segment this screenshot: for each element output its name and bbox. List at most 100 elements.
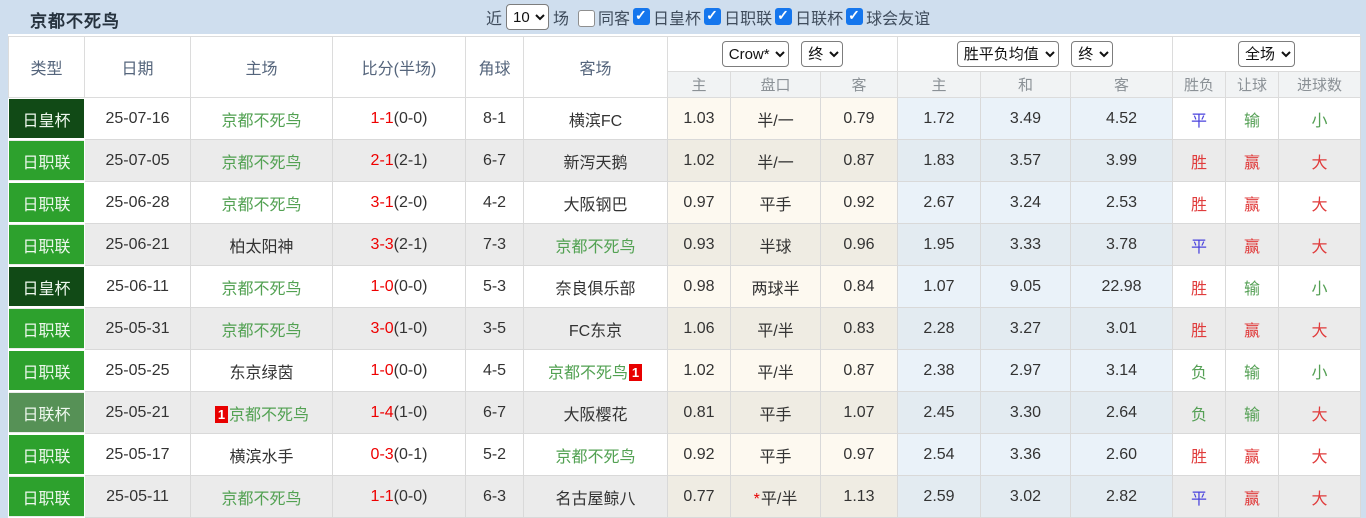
avg-away: 22.98 bbox=[1069, 265, 1174, 308]
avg-home: 1.95 bbox=[897, 223, 981, 266]
away-team: 京都不死鸟 bbox=[523, 433, 668, 476]
competition-filters: 日皇杯 日职联 日联杯 球会友谊 bbox=[630, 5, 930, 29]
handicap-result-cell: 输 bbox=[1225, 349, 1280, 392]
filter-checkbox-3[interactable] bbox=[846, 7, 864, 25]
away-team: 大阪钢巴 bbox=[523, 181, 668, 224]
score-cell: 1-1(0-0) bbox=[332, 475, 466, 518]
odds-handicap-value: 平手 bbox=[759, 406, 792, 424]
home-team: 东京绿茵 bbox=[190, 349, 333, 392]
halftime-score: (1-0) bbox=[393, 319, 428, 337]
games-label: 场 bbox=[553, 11, 570, 28]
odds-home: 0.93 bbox=[667, 223, 731, 266]
corner-score: 5-2 bbox=[465, 433, 524, 476]
match-type-badge: 日职联 bbox=[9, 435, 84, 474]
result-cell: 胜 bbox=[1172, 139, 1227, 182]
odds-home: 0.98 bbox=[667, 265, 731, 308]
filter-label-0: 日皇杯 bbox=[653, 11, 702, 28]
average-select[interactable]: 胜平负均值 bbox=[956, 41, 1059, 67]
handicap-result-value: 输 bbox=[1244, 406, 1261, 424]
scope-select[interactable]: 全场 bbox=[1238, 41, 1296, 67]
home-team: 京都不死鸟 bbox=[190, 139, 333, 182]
odds-home: 1.02 bbox=[667, 349, 731, 392]
away-team-name: 名古屋鲸八 bbox=[555, 490, 636, 508]
avg-home: 2.38 bbox=[897, 349, 981, 392]
halftime-score: (0-0) bbox=[393, 487, 428, 505]
handicap-result-cell: 赢 bbox=[1225, 181, 1280, 224]
header-away: 客场 bbox=[523, 36, 668, 98]
result-value: 负 bbox=[1191, 406, 1208, 424]
match-type-cell: 日联杯 bbox=[8, 391, 85, 434]
odds-home-value: 1.03 bbox=[683, 109, 715, 127]
odds-away: 0.84 bbox=[820, 265, 898, 308]
avg-draw: 2.97 bbox=[980, 349, 1071, 392]
home-team: 京都不死鸟 bbox=[190, 265, 333, 308]
score-cell: 1-4(1-0) bbox=[332, 391, 466, 434]
away-team: 大阪樱花 bbox=[523, 391, 668, 434]
odds-handicap: 平/半 bbox=[730, 349, 821, 392]
home-team-name: 柏太阳神 bbox=[229, 238, 294, 256]
same-venue-label: 同客 bbox=[598, 11, 631, 28]
home-team: 京都不死鸟 bbox=[190, 307, 333, 350]
odds-away: 0.79 bbox=[820, 97, 898, 140]
filter-checkbox-0[interactable] bbox=[633, 7, 651, 25]
score-cell: 3-0(1-0) bbox=[332, 307, 466, 350]
odds-handicap-value: 平手 bbox=[759, 196, 792, 214]
odds-home-value: 0.92 bbox=[683, 445, 715, 463]
goals-cell: 小 bbox=[1278, 349, 1362, 392]
header-date: 日期 bbox=[84, 36, 191, 98]
home-team-name: 京都不死鸟 bbox=[228, 406, 309, 424]
filter-checkbox-2[interactable] bbox=[775, 7, 793, 25]
home-team-name: 京都不死鸟 bbox=[221, 490, 302, 508]
bookmaker-select-cell: Crow* 终 bbox=[667, 36, 898, 72]
avg-draw: 3.24 bbox=[980, 181, 1071, 224]
fulltime-score: 1-1 bbox=[370, 487, 394, 505]
avg-away: 3.99 bbox=[1069, 139, 1174, 182]
avg-draw: 3.30 bbox=[980, 391, 1071, 434]
filter-label-2: 日联杯 bbox=[795, 11, 844, 28]
odds-away-value: 0.83 bbox=[843, 319, 875, 337]
filter-controls: 近 10 场 同客 日皇杯 日职联 日联杯 球会友谊 bbox=[486, 3, 930, 31]
home-team-name: 京都不死鸟 bbox=[221, 196, 302, 214]
match-type-cell: 日职联 bbox=[8, 139, 85, 182]
bookmaker-time-select[interactable]: 终 bbox=[801, 41, 844, 67]
odds-home-value: 0.77 bbox=[683, 487, 715, 505]
match-date: 25-05-11 bbox=[84, 475, 191, 518]
halftime-score: (0-0) bbox=[393, 277, 428, 295]
result-value: 平 bbox=[1191, 112, 1208, 130]
handicap-result-cell: 赢 bbox=[1225, 223, 1280, 266]
subheader-handicap-result: 让球 bbox=[1225, 71, 1280, 98]
subheader-odds-away: 客 bbox=[820, 71, 898, 98]
recent-label: 近 bbox=[486, 11, 503, 28]
recent-count-select[interactable]: 10 bbox=[506, 4, 550, 30]
goals-value: 大 bbox=[1311, 196, 1328, 214]
odds-handicap-value: 平/半 bbox=[757, 322, 794, 340]
odds-home-value: 0.93 bbox=[683, 235, 715, 253]
fulltime-score: 1-4 bbox=[370, 403, 394, 421]
table-row: 日职联 25-05-11 京都不死鸟 1-1(0-0) 6-3 名古屋鲸八 0.77 *平/半… bbox=[8, 475, 1362, 518]
average-time-select[interactable]: 终 bbox=[1071, 41, 1114, 67]
home-team: 京都不死鸟 bbox=[190, 475, 333, 518]
home-team-name: 横滨水手 bbox=[229, 448, 294, 466]
fulltime-score: 1-1 bbox=[370, 109, 394, 127]
goals-cell: 大 bbox=[1278, 475, 1362, 518]
avg-draw: 3.33 bbox=[980, 223, 1071, 266]
same-venue-checkbox[interactable] bbox=[578, 9, 596, 27]
bookmaker-select[interactable]: Crow* bbox=[721, 41, 789, 67]
score-cell: 3-1(2-0) bbox=[332, 181, 466, 224]
handicap-result-value: 赢 bbox=[1244, 490, 1261, 508]
filter-checkbox-1[interactable] bbox=[704, 7, 722, 25]
table-row: 日联杯 25-05-21 1 京都不死鸟 1-4(1-0) 6-7 大阪樱花 0.81 平手 1.… bbox=[8, 391, 1362, 434]
match-date: 25-06-28 bbox=[84, 181, 191, 224]
odds-home-value: 1.02 bbox=[683, 151, 715, 169]
odds-handicap-value: 半球 bbox=[759, 238, 792, 256]
subheader-goals: 进球数 bbox=[1278, 71, 1362, 98]
away-team-name: 横滨FC bbox=[568, 112, 623, 130]
odds-handicap: 半/一 bbox=[730, 139, 821, 182]
handicap-result-value: 输 bbox=[1244, 280, 1261, 298]
match-type-badge: 日职联 bbox=[9, 225, 84, 264]
result-value: 胜 bbox=[1191, 154, 1208, 172]
handicap-result-value: 赢 bbox=[1244, 322, 1261, 340]
odds-home-value: 0.81 bbox=[683, 403, 715, 421]
avg-home: 2.45 bbox=[897, 391, 981, 434]
table-row: 日职联 25-06-28 京都不死鸟 3-1(2-0) 4-2 大阪钢巴 0.97 平手 0.9… bbox=[8, 181, 1362, 224]
